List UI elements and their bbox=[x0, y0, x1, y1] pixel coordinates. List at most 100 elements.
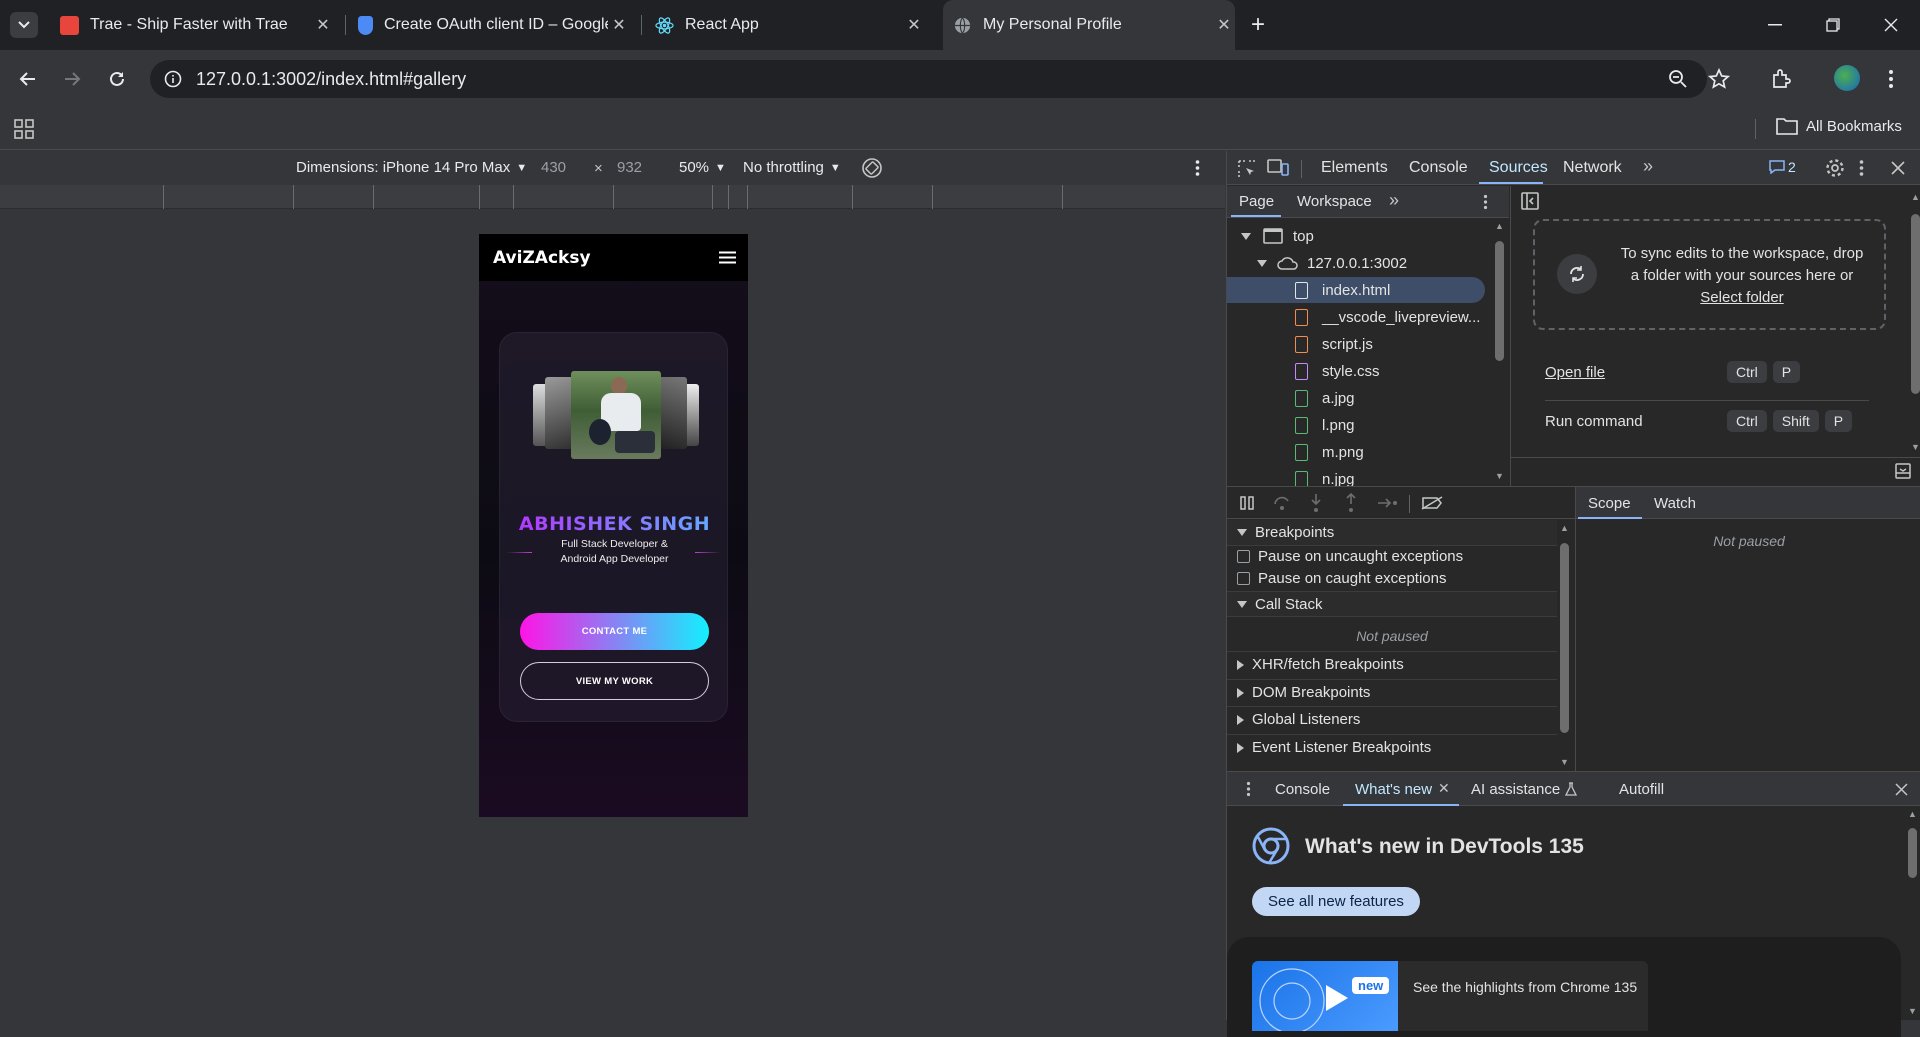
see-all-features-button[interactable]: See all new features bbox=[1252, 887, 1420, 916]
more-tabs-icon[interactable]: » bbox=[1389, 190, 1399, 211]
tab-elements[interactable]: Elements bbox=[1321, 159, 1388, 177]
more-vert-icon[interactable] bbox=[1246, 781, 1251, 797]
avatar[interactable] bbox=[1834, 65, 1860, 91]
checkbox[interactable] bbox=[1237, 549, 1250, 563]
address-bar[interactable]: 127.0.0.1:3002/index.html#gallery bbox=[150, 60, 1707, 98]
tab-my-personal-profile[interactable]: My Personal Profile ✕ bbox=[943, 0, 1235, 50]
tab-trae[interactable]: Trae - Ship Faster with Trae ✕ bbox=[58, 0, 334, 50]
throttle-select[interactable]: No throttling ▼ bbox=[743, 159, 841, 176]
device-toolbar-icon[interactable] bbox=[1267, 159, 1289, 177]
step-out-icon[interactable] bbox=[1344, 493, 1358, 513]
gear-icon[interactable] bbox=[1825, 158, 1845, 178]
tree-scrollbar[interactable] bbox=[1495, 241, 1504, 361]
site-brand[interactable]: AviZAcksy bbox=[493, 248, 591, 268]
reload-button[interactable] bbox=[100, 62, 134, 96]
restore-button[interactable] bbox=[1804, 0, 1862, 50]
tree-item-origin[interactable]: 127.0.0.1:3002 bbox=[1227, 250, 1497, 276]
tree-item-file[interactable]: script.js bbox=[1227, 331, 1497, 357]
drawer-tab-console[interactable]: Console bbox=[1275, 781, 1330, 798]
issues-badge[interactable]: 2 bbox=[1769, 159, 1796, 175]
call-stack-header[interactable]: Call Stack bbox=[1227, 591, 1557, 617]
tree-item-file[interactable]: l.png bbox=[1227, 412, 1497, 438]
checkbox[interactable] bbox=[1237, 571, 1250, 585]
all-bookmarks-button[interactable]: All Bookmarks bbox=[1776, 117, 1902, 135]
select-folder-link[interactable]: Select folder bbox=[1607, 287, 1877, 309]
tab-console[interactable]: Console bbox=[1409, 159, 1468, 177]
photo-gallery[interactable] bbox=[533, 371, 699, 459]
close-icon[interactable] bbox=[1891, 161, 1905, 175]
back-button[interactable] bbox=[11, 62, 45, 96]
tree-item-file[interactable]: index.html bbox=[1227, 277, 1485, 303]
device-select[interactable]: Dimensions: iPhone 14 Pro Max ▼ bbox=[296, 159, 527, 176]
close-icon[interactable]: ✕ bbox=[1213, 15, 1235, 35]
tab-page[interactable]: Page bbox=[1239, 193, 1274, 210]
height-input[interactable]: 932 bbox=[617, 159, 642, 176]
close-icon[interactable] bbox=[1895, 783, 1908, 796]
drawer-tab-whats-new[interactable]: What's new bbox=[1355, 781, 1432, 798]
close-icon[interactable]: ✕ bbox=[312, 15, 334, 35]
shortcut-run-command[interactable]: Run command Ctrl Shift P bbox=[1545, 406, 1869, 436]
contact-me-button[interactable]: CONTACT ME bbox=[520, 613, 709, 650]
hamburger-menu-icon[interactable] bbox=[719, 251, 736, 264]
more-vert-icon[interactable] bbox=[1888, 68, 1894, 90]
highlights-card[interactable]: new See the highlights from Chrome 135 bbox=[1227, 937, 1901, 1037]
apps-grid-icon[interactable] bbox=[14, 119, 34, 139]
scroll-down-icon[interactable]: ▼ bbox=[1495, 471, 1504, 481]
more-tabs-icon[interactable]: » bbox=[1643, 156, 1653, 177]
scroll-down-icon[interactable]: ▼ bbox=[1911, 442, 1920, 452]
forward-button[interactable] bbox=[55, 62, 89, 96]
tree-item-file[interactable]: style.css bbox=[1227, 358, 1497, 384]
close-icon[interactable]: ✕ bbox=[608, 15, 630, 35]
pause-icon[interactable] bbox=[1239, 495, 1255, 511]
debugger-scrollbar[interactable] bbox=[1560, 543, 1569, 733]
width-input[interactable]: 430 bbox=[541, 159, 566, 176]
tree-item-file[interactable]: m.png bbox=[1227, 439, 1497, 465]
step-icon[interactable] bbox=[1377, 496, 1399, 510]
tree-item-file[interactable]: n.jpg bbox=[1227, 466, 1497, 486]
close-icon[interactable]: ✕ bbox=[1438, 780, 1450, 797]
scroll-down-icon[interactable]: ▼ bbox=[1908, 1006, 1917, 1016]
new-tab-button[interactable]: + bbox=[1244, 11, 1272, 39]
more-vert-icon[interactable] bbox=[1483, 194, 1488, 210]
minimize-button[interactable] bbox=[1746, 0, 1804, 50]
more-vert-icon[interactable] bbox=[1859, 159, 1864, 177]
scroll-up-icon[interactable]: ▲ bbox=[1560, 523, 1569, 533]
scroll-up-icon[interactable]: ▲ bbox=[1495, 221, 1504, 231]
rotate-icon[interactable] bbox=[861, 157, 883, 179]
tree-item-file[interactable]: __vscode_livepreview... bbox=[1227, 304, 1497, 330]
deactivate-breakpoints-icon[interactable] bbox=[1421, 496, 1443, 510]
close-icon[interactable]: ✕ bbox=[903, 15, 925, 35]
tab-oauth[interactable]: Create OAuth client ID – Google ✕ bbox=[358, 0, 630, 50]
zoom-select[interactable]: 50% ▼ bbox=[679, 159, 726, 176]
editor-scrollbar[interactable] bbox=[1911, 214, 1920, 394]
event-listener-breakpoints-header[interactable]: Event Listener Breakpoints bbox=[1227, 734, 1557, 760]
shortcut-open-file[interactable]: Open file Ctrl P bbox=[1545, 357, 1869, 387]
tab-react-app[interactable]: React App ✕ bbox=[655, 0, 925, 50]
bookmark-star-icon[interactable] bbox=[1708, 68, 1730, 90]
drawer-tab-autofill[interactable]: Autofill bbox=[1619, 781, 1664, 798]
tab-search-button[interactable] bbox=[10, 12, 38, 38]
close-window-button[interactable] bbox=[1862, 0, 1920, 50]
tab-sources[interactable]: Sources bbox=[1489, 159, 1548, 177]
more-vert-icon[interactable] bbox=[1195, 159, 1200, 177]
xhr-breakpoints-header[interactable]: XHR/fetch Breakpoints bbox=[1227, 651, 1557, 677]
extensions-icon[interactable] bbox=[1770, 68, 1792, 90]
dom-breakpoints-header[interactable]: DOM Breakpoints bbox=[1227, 679, 1557, 705]
tab-watch[interactable]: Watch bbox=[1654, 495, 1696, 512]
pause-caught-option[interactable]: Pause on caught exceptions bbox=[1227, 565, 1557, 591]
drawer-tab-ai-assistance[interactable]: AI assistance bbox=[1471, 781, 1560, 798]
tab-workspace[interactable]: Workspace bbox=[1297, 193, 1372, 210]
zoom-icon[interactable] bbox=[1668, 69, 1688, 89]
tab-scope[interactable]: Scope bbox=[1588, 495, 1631, 512]
toggle-sidebar-icon[interactable] bbox=[1521, 192, 1539, 210]
tree-item-file[interactable]: a.jpg bbox=[1227, 385, 1497, 411]
scroll-up-icon[interactable]: ▲ bbox=[1911, 192, 1920, 202]
site-info-icon[interactable] bbox=[164, 70, 182, 88]
tree-item-top[interactable]: top bbox=[1227, 223, 1497, 249]
scroll-up-icon[interactable]: ▲ bbox=[1908, 809, 1917, 819]
scroll-down-icon[interactable]: ▼ bbox=[1560, 757, 1569, 767]
inspect-element-icon[interactable] bbox=[1237, 159, 1257, 179]
workspace-drop-zone[interactable]: To sync edits to the workspace, drop a f… bbox=[1533, 219, 1886, 330]
tab-network[interactable]: Network bbox=[1563, 159, 1622, 177]
step-into-icon[interactable] bbox=[1309, 493, 1323, 513]
